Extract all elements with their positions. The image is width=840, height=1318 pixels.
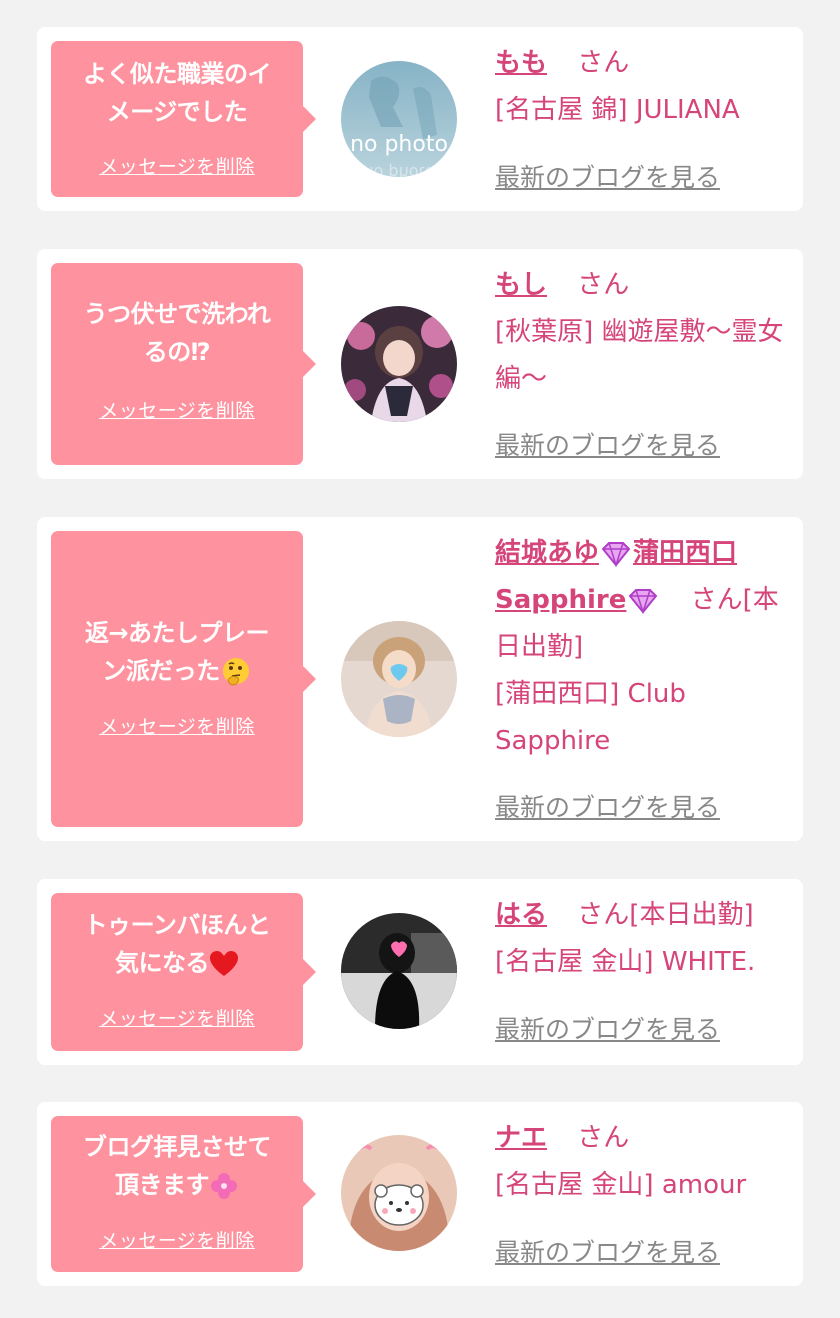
- thinking-face-icon: [222, 658, 249, 686]
- message-bubble: ブログ拝見させて 頂きます メッセージを削除: [51, 1116, 316, 1272]
- honorific: さん: [690, 585, 743, 615]
- user-info: はる さん[本日出勤] [名古屋 金山] WHITE.: [495, 892, 785, 986]
- shop-label: [秋葉原] 幽遊屋敷〜霊女編〜: [495, 317, 784, 394]
- user-name-link[interactable]: はる: [495, 900, 547, 930]
- message-card: よく似た職業のイ メージでした メッセージを削除 no photo no pho…: [37, 27, 803, 211]
- gem-icon: [601, 541, 631, 567]
- message-text: 返→あたしプレー ン派だった: [61, 614, 293, 690]
- honorific: さん: [577, 900, 630, 930]
- message-text: トゥーンバほんと 気になる: [83, 911, 271, 977]
- latest-blog-link[interactable]: 最新のブログを見る: [495, 1010, 720, 1046]
- message-text: よく似た職業のイ メージでした: [83, 60, 272, 126]
- message-text: うつ伏せで洗われ るの⁉: [83, 300, 271, 366]
- honorific: さん: [577, 270, 630, 300]
- delete-message-link[interactable]: メッセージを削除: [51, 1226, 303, 1253]
- message-card: ブログ拝見させて 頂きます メッセージを削除 ナエ さん [名古屋 金山] am…: [37, 1102, 803, 1286]
- latest-blog-link[interactable]: 最新のブログを見る: [495, 788, 720, 824]
- red-heart-icon: [210, 951, 238, 976]
- message-card: 返→あたしプレー ン派だった メッセージを削除 結城あゆ 蒲田西口 Sapphire…: [37, 517, 803, 841]
- profile-photo: [341, 621, 457, 737]
- shop-label: [蒲田西口] Club Sapphire: [495, 679, 686, 756]
- avatar[interactable]: no photo no photo: [341, 61, 457, 177]
- delete-message-link[interactable]: メッセージを削除: [51, 396, 303, 423]
- honorific: さん: [577, 48, 630, 78]
- message-bubble: よく似た職業のイ メージでした メッセージを削除: [51, 41, 316, 197]
- delete-message-link[interactable]: メッセージを削除: [51, 152, 303, 179]
- profile-photo: [341, 913, 457, 1029]
- avatar[interactable]: [341, 1135, 457, 1251]
- user-info: もし さん [秋葉原] 幽遊屋敷〜霊女編〜: [495, 262, 785, 403]
- message-bubble: うつ伏せで洗われ るの⁉ メッセージを削除: [51, 263, 316, 465]
- avatar[interactable]: [341, 913, 457, 1029]
- message-bubble: トゥーンバほんと 気になる メッセージを削除: [51, 893, 316, 1051]
- latest-blog-link[interactable]: 最新のブログを見る: [495, 1233, 720, 1269]
- clover-icon: [211, 1173, 237, 1199]
- user-name-link[interactable]: もも: [495, 48, 547, 78]
- user-info: もも さん [名古屋 錦] JULIANA: [495, 40, 785, 134]
- svg-text:no photo: no photo: [363, 163, 434, 177]
- message-bubble: 返→あたしプレー ン派だった メッセージを削除: [51, 531, 316, 827]
- shop-label: [名古屋 金山] WHITE.: [495, 947, 756, 977]
- profile-photo: [341, 1135, 457, 1251]
- profile-photo: [341, 306, 457, 422]
- latest-blog-link[interactable]: 最新のブログを見る: [495, 158, 720, 194]
- honorific: さん: [577, 1123, 630, 1153]
- shop-label: [名古屋 金山] amour: [495, 1170, 747, 1200]
- message-card: うつ伏せで洗われ るの⁉ メッセージを削除 もし さん [秋葉原] 幽遊屋敷〜霊…: [37, 249, 803, 479]
- message-text: ブログ拝見させて 頂きます: [83, 1133, 272, 1199]
- delete-message-link[interactable]: メッセージを削除: [51, 1004, 303, 1031]
- user-info: 結城あゆ 蒲田西口 Sapphire さん[本日出勤] [蒲田西口] Club Sa…: [495, 530, 785, 765]
- delete-message-link[interactable]: メッセージを削除: [51, 712, 303, 739]
- latest-blog-link[interactable]: 最新のブログを見る: [495, 426, 720, 462]
- avatar[interactable]: [341, 306, 457, 422]
- user-name-link[interactable]: ナエ: [495, 1123, 547, 1153]
- avatar[interactable]: [341, 621, 457, 737]
- shop-label: [名古屋 錦] JULIANA: [495, 95, 740, 125]
- gem-icon: [629, 588, 658, 614]
- message-card: トゥーンバほんと 気になる メッセージを削除 はる さん[本日出勤] [名古屋 …: [37, 879, 803, 1065]
- svg-text:no photo: no photo: [350, 132, 448, 157]
- user-name-link[interactable]: もし: [495, 270, 547, 300]
- status-label: [本日出勤]: [629, 900, 754, 930]
- user-info: ナエ さん [名古屋 金山] amour: [495, 1115, 785, 1209]
- no-photo-icon: no photo no photo: [341, 61, 457, 177]
